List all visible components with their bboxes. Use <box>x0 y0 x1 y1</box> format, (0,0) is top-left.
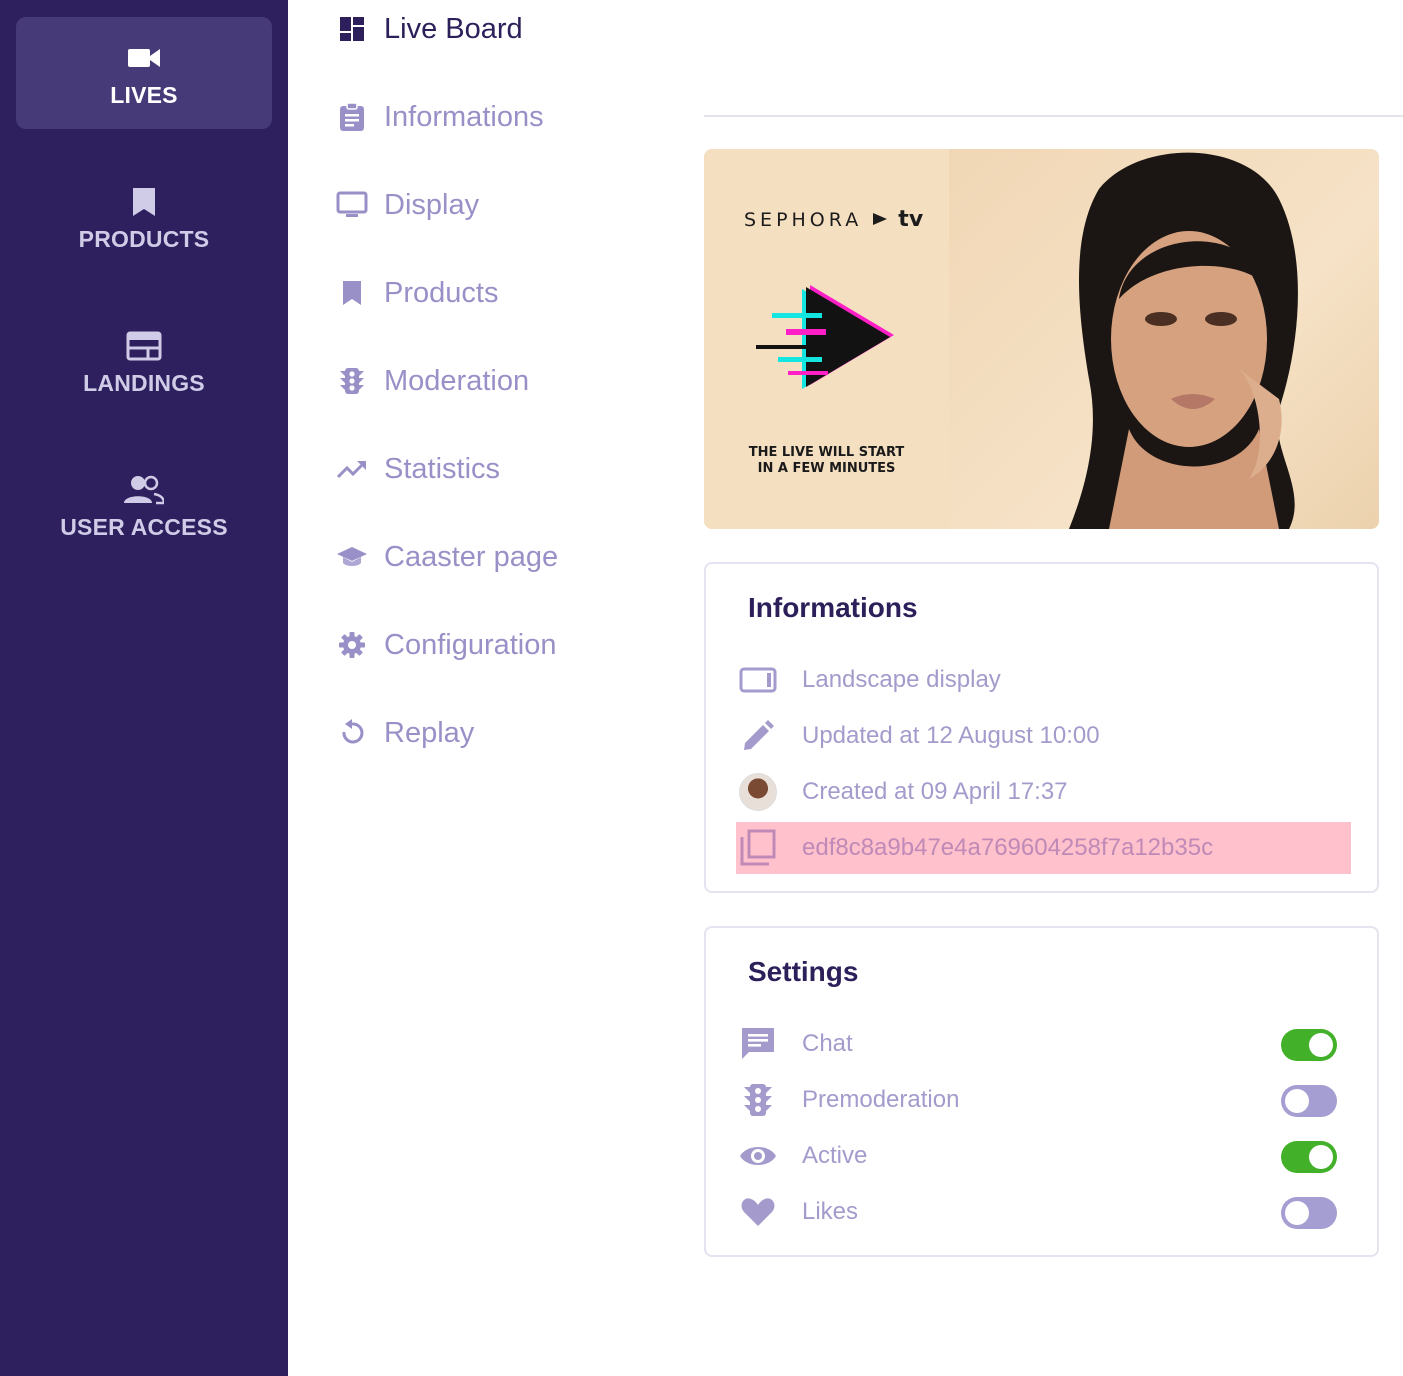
glitch-play-icon <box>756 285 894 389</box>
left-rail: LIVES PRODUCTS LANDINGS USER ACCESS <box>0 0 288 1376</box>
subnav-item-label: Statistics <box>384 452 501 485</box>
rail-item-lives[interactable]: LIVES <box>16 17 272 129</box>
subnav-item-label: Live Board <box>384 12 523 45</box>
info-row-text: Landscape display <box>802 666 1001 693</box>
subnav-item-replay[interactable]: Replay <box>330 708 474 758</box>
rail-item-label: LANDINGS <box>83 369 205 396</box>
subnav-item-label: Products <box>384 276 499 309</box>
subnav-item-label: Informations <box>384 100 544 133</box>
settings-title: Settings <box>748 956 859 987</box>
toggle-knob <box>1309 1033 1333 1057</box>
info-row-updated: Updated at 12 August 10:00 <box>736 710 1351 762</box>
traffic-light-icon <box>736 1078 780 1122</box>
setting-row-chat: Chat <box>736 1018 1351 1070</box>
toggle-knob <box>1285 1201 1309 1225</box>
rail-item-products[interactable]: PRODUCTS <box>16 161 272 273</box>
setting-row-likes: Likes <box>736 1186 1351 1238</box>
info-row-display: Landscape display <box>736 654 1351 706</box>
setting-label: Premoderation <box>802 1086 960 1113</box>
subnav-item-caaster-page[interactable]: Caaster page <box>330 532 558 582</box>
toggle-knob <box>1285 1089 1309 1113</box>
people-icon <box>124 470 164 510</box>
monitor-icon <box>330 183 374 227</box>
likes-toggle[interactable] <box>1281 1197 1337 1229</box>
settings-card: Settings Chat Premoderation Active Likes <box>704 926 1379 1257</box>
rail-item-label: LIVES <box>110 81 178 108</box>
active-toggle[interactable] <box>1281 1141 1337 1173</box>
play-glyph-icon <box>873 213 888 225</box>
heart-icon <box>736 1190 780 1234</box>
portrait-illustration <box>1069 152 1298 529</box>
subnav-item-label: Display <box>384 188 480 221</box>
landscape-icon <box>736 658 780 702</box>
divider <box>704 115 1403 117</box>
informations-card: Informations Landscape display Updated a… <box>704 562 1379 893</box>
preview-portrait-photo <box>949 149 1379 529</box>
setting-row-premoderation: Premoderation <box>736 1074 1351 1126</box>
rail-item-label: PRODUCTS <box>78 225 210 252</box>
setting-label: Chat <box>802 1030 853 1057</box>
info-row-text: Created at 09 April 17:37 <box>802 778 1068 805</box>
rail-item-label: USER ACCESS <box>60 513 228 540</box>
preview-poster-panel: SEPHORA tv THE LIVE WILL START IN A FEW … <box>704 149 949 529</box>
informations-title: Informations <box>748 592 918 623</box>
rail-item-user-access[interactable]: USER ACCESS <box>16 449 272 561</box>
setting-label: Likes <box>802 1198 859 1225</box>
live-preview-image: SEPHORA tv THE LIVE WILL START IN A FEW … <box>704 149 1379 529</box>
live-message-line: IN A FEW MINUTES <box>757 461 896 476</box>
eye-icon <box>736 1134 780 1178</box>
replay-icon <box>330 711 374 755</box>
subnav-item-products[interactable]: Products <box>330 268 498 318</box>
subnav-item-label: Moderation <box>384 364 530 397</box>
premoderation-toggle[interactable] <box>1281 1085 1337 1117</box>
clipboard-icon <box>330 95 374 139</box>
setting-label: Active <box>802 1142 868 1169</box>
trending-up-icon <box>330 447 374 491</box>
info-row-live-id[interactable]: edf8c8a9b47e4a769604258f7a12b35c <box>736 822 1351 874</box>
subnav-item-informations[interactable]: Informations <box>330 92 544 142</box>
avatar-wrapper <box>736 770 780 814</box>
web-window-icon <box>124 326 164 366</box>
brand-tv: tv <box>898 207 924 232</box>
bookmark-icon <box>124 182 164 222</box>
chat-toggle[interactable] <box>1281 1029 1337 1061</box>
subnav-item-display[interactable]: Display <box>330 180 479 230</box>
toggle-knob <box>1309 1145 1333 1169</box>
traffic-light-icon <box>330 359 374 403</box>
subnav-item-statistics[interactable]: Statistics <box>330 444 500 494</box>
live-start-message: THE LIVE WILL START IN A FEW MINUTES <box>704 445 949 477</box>
avatar <box>739 773 777 811</box>
info-row-created: Created at 09 April 17:37 <box>736 766 1351 818</box>
subnav-item-configuration[interactable]: Configuration <box>330 620 557 670</box>
pencil-icon <box>736 714 780 758</box>
brand-name: SEPHORA <box>744 209 863 231</box>
dashboard-icon <box>330 7 374 51</box>
subnav-item-label: Replay <box>384 716 475 749</box>
info-row-text: Updated at 12 August 10:00 <box>802 722 1100 749</box>
subnav-item-label: Caaster page <box>384 540 559 573</box>
subnav-item-live-board[interactable]: Live Board <box>330 4 523 54</box>
rail-item-landings[interactable]: LANDINGS <box>16 305 272 417</box>
gear-icon <box>330 623 374 667</box>
subnav-item-moderation[interactable]: Moderation <box>330 356 529 406</box>
chat-icon <box>736 1022 780 1066</box>
setting-row-active: Active <box>736 1130 1351 1182</box>
video-camera-icon <box>124 38 164 78</box>
subnav-item-label: Configuration <box>384 628 557 661</box>
brand-logo: SEPHORA tv <box>744 207 923 232</box>
live-message-line: THE LIVE WILL START <box>748 445 905 460</box>
graduation-cap-icon <box>330 535 374 579</box>
bookmark-icon <box>330 271 374 315</box>
copy-icon[interactable] <box>736 826 780 870</box>
live-id-text[interactable]: edf8c8a9b47e4a769604258f7a12b35c <box>802 834 1213 862</box>
